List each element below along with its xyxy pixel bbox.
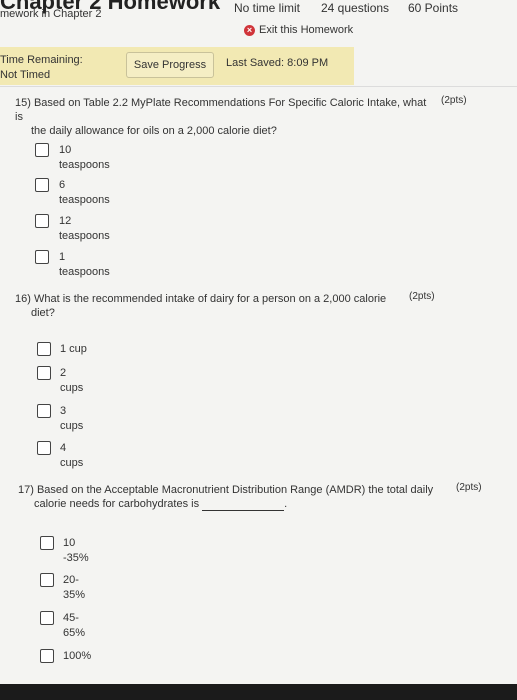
timer: Time Remaining: Not Timed xyxy=(0,53,83,83)
exit-homework-link[interactable]: × Exit this Homework xyxy=(244,24,353,36)
option-label-cont: cups xyxy=(60,457,84,469)
option-label: 6 xyxy=(59,179,66,191)
checkbox[interactable] xyxy=(40,573,54,587)
option-label-cont: teaspoons xyxy=(59,159,110,171)
option-label: 1 cup xyxy=(60,343,87,355)
option-label: 3 xyxy=(60,405,67,417)
option-label: 1 xyxy=(59,251,66,263)
checkbox[interactable] xyxy=(37,404,51,418)
breadcrumb[interactable]: mework in Chapter 2 xyxy=(0,8,102,20)
question-15: 15) Based on Table 2.2 MyPlate Recommend… xyxy=(15,96,435,138)
question-text-cont: the daily allowance for oils on a 2,000 … xyxy=(31,125,277,137)
question-points: (2pts) xyxy=(456,482,482,493)
time-limit: No time limit xyxy=(234,1,301,15)
exit-label: Exit this Homework xyxy=(259,24,354,36)
question-number: 15) xyxy=(15,97,31,109)
status-bar: Time Remaining: Not Timed Save Progress … xyxy=(0,47,354,85)
close-circle-icon: × xyxy=(244,24,255,36)
checkbox[interactable] xyxy=(40,536,54,550)
question-text-suffix: . xyxy=(284,498,288,510)
option-label-cont: -35% xyxy=(63,552,89,564)
checkbox[interactable] xyxy=(37,366,51,380)
option-label: 2 xyxy=(60,367,67,379)
option-label-cont: 35% xyxy=(63,589,86,601)
option-label: 10 xyxy=(63,537,76,549)
checkbox[interactable] xyxy=(35,214,49,228)
option-label-cont: cups xyxy=(60,420,84,432)
last-saved-text: Last Saved: 8:09 PM xyxy=(226,57,329,69)
question-text-cont: diet? xyxy=(31,307,55,319)
question-points: (2pts) xyxy=(409,291,435,302)
time-remaining-label: Time Remaining: xyxy=(0,54,83,66)
time-remaining-value: Not Timed xyxy=(0,69,51,81)
total-points: 60 Points xyxy=(408,1,459,15)
question-text: Based on Table 2.2 MyPlate Recommendatio… xyxy=(15,97,427,123)
question-17: 17) Based on the Acceptable Macronutrien… xyxy=(18,483,458,511)
taskbar xyxy=(0,684,517,700)
question-text: Based on the Acceptable Macronutrient Di… xyxy=(36,484,434,496)
checkbox[interactable] xyxy=(37,441,51,455)
save-progress-button[interactable]: Save Progress xyxy=(126,52,214,78)
checkbox[interactable] xyxy=(40,611,54,625)
question-number: 16) xyxy=(15,293,31,305)
checkbox[interactable] xyxy=(35,178,49,192)
option-label: 20- xyxy=(63,574,79,586)
question-text: What is the recommended intake of dairy … xyxy=(33,293,387,305)
question-number: 17) xyxy=(18,484,34,496)
checkbox[interactable] xyxy=(40,649,54,663)
option-label-cont: cups xyxy=(60,382,84,394)
option-label: 4 xyxy=(60,442,67,454)
answer-blank xyxy=(202,500,285,511)
option-label-cont: teaspoons xyxy=(59,194,110,206)
question-points: (2pts) xyxy=(441,95,467,106)
option-label: 12 xyxy=(59,215,72,227)
checkbox[interactable] xyxy=(35,143,49,157)
option-label-cont: 65% xyxy=(63,627,86,639)
option-label: 100% xyxy=(63,650,92,662)
question-text-cont: calorie needs for carbohydrates is xyxy=(34,498,200,510)
divider xyxy=(0,86,517,87)
question-16: 16) What is the recommended intake of da… xyxy=(15,292,415,320)
checkbox[interactable] xyxy=(37,342,51,356)
option-label: 10 xyxy=(59,144,72,156)
question-count: 24 questions xyxy=(321,1,390,15)
option-label-cont: teaspoons xyxy=(59,266,110,278)
option-label: 45- xyxy=(63,612,79,624)
checkbox[interactable] xyxy=(35,250,49,264)
option-label-cont: teaspoons xyxy=(59,230,110,242)
